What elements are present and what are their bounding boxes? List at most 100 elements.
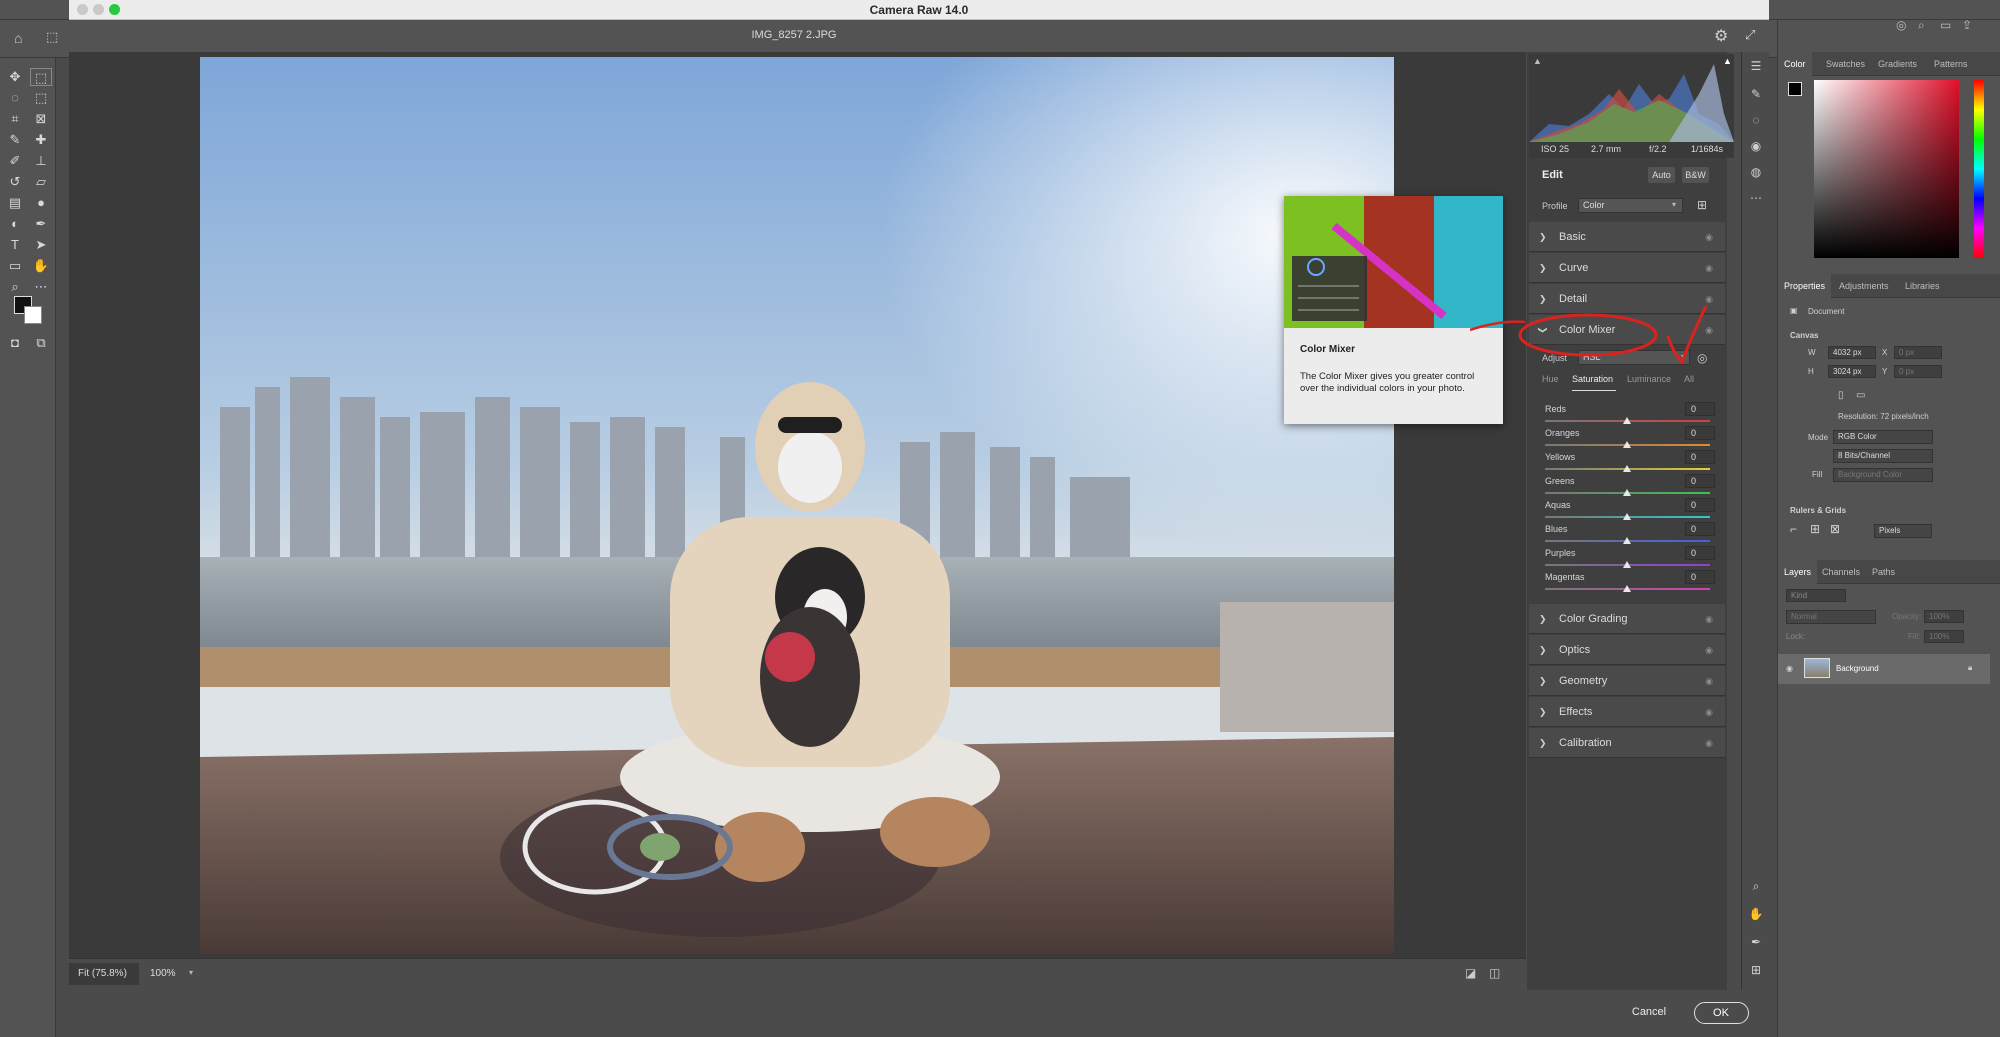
eye-icon[interactable]: ◉: [1705, 666, 1713, 696]
slider-value-field[interactable]: 0: [1685, 498, 1715, 512]
tab-channels[interactable]: Channels: [1816, 560, 1866, 584]
slider-thumb[interactable]: [1623, 441, 1631, 448]
tab-swatches[interactable]: Swatches: [1820, 52, 1871, 76]
full-screen-icon[interactable]: ⤢: [1745, 27, 1755, 43]
section-calibration[interactable]: ❯ Calibration ◉: [1529, 728, 1725, 758]
cancel-button[interactable]: Cancel: [1629, 1006, 1669, 1018]
zoom-tool-icon[interactable]: ⌕: [4, 278, 26, 296]
gradient-tool-icon[interactable]: ▤: [4, 194, 26, 212]
eye-icon[interactable]: ◉: [1705, 222, 1713, 252]
dodge-tool-icon[interactable]: ◐: [4, 215, 26, 233]
tab-luminance[interactable]: Luminance: [1627, 374, 1671, 384]
edit-sliders-icon[interactable]: ☰: [1748, 58, 1764, 74]
slider-value-field[interactable]: 0: [1685, 546, 1715, 560]
section-color-grading[interactable]: ❯ Color Grading ◉: [1529, 604, 1725, 634]
blur-tool-icon[interactable]: ●: [30, 194, 52, 212]
hand-tool-icon[interactable]: ✋: [30, 257, 52, 275]
slider-yellows[interactable]: Yellows 0: [1545, 450, 1715, 476]
slider-thumb[interactable]: [1623, 561, 1631, 568]
brush-tool-icon[interactable]: ✐: [4, 152, 26, 170]
slider-value-field[interactable]: 0: [1685, 522, 1715, 536]
tab-layers[interactable]: Layers: [1778, 560, 1818, 584]
width-field[interactable]: 4032 px: [1828, 346, 1876, 359]
layer-kind-filter[interactable]: Kind: [1786, 589, 1846, 602]
rectangle-marquee-tool-icon[interactable]: ⬚: [30, 68, 52, 86]
tab-color[interactable]: Color: [1778, 52, 1812, 76]
slider-greens[interactable]: Greens 0: [1545, 474, 1715, 500]
tab-libraries[interactable]: Libraries: [1899, 274, 1946, 298]
healing-brush-tool-icon[interactable]: ✚: [30, 131, 52, 149]
screen-mode-icon[interactable]: ⧉: [30, 334, 52, 352]
frame-tool-icon[interactable]: ⊠: [30, 110, 52, 128]
units-select[interactable]: Pixels: [1874, 524, 1932, 538]
crop-tool-icon[interactable]: ⌗: [4, 110, 26, 128]
shadow-clipping-icon[interactable]: ▲: [1533, 56, 1542, 66]
view-mode-icon[interactable]: ◪: [1465, 966, 1476, 980]
tab-hue[interactable]: Hue: [1542, 374, 1559, 384]
tab-patterns[interactable]: Patterns: [1928, 52, 1974, 76]
slider-thumb[interactable]: [1623, 513, 1631, 520]
auto-button[interactable]: Auto: [1648, 167, 1675, 183]
tab-paths[interactable]: Paths: [1866, 560, 1901, 584]
eyedropper-tool-icon[interactable]: ✎: [4, 131, 26, 149]
gear-icon[interactable]: ⚙: [1714, 26, 1728, 46]
slider-purples[interactable]: Purples 0: [1545, 546, 1715, 572]
slider-value-field[interactable]: 0: [1685, 474, 1715, 488]
pen-tool-icon[interactable]: ✒: [30, 215, 52, 233]
mode-select[interactable]: RGB Color: [1833, 430, 1933, 444]
slider-reds[interactable]: Reds 0: [1545, 402, 1715, 428]
stamp-tool-icon[interactable]: ⊥: [30, 152, 52, 170]
hand-icon[interactable]: ✋: [1748, 906, 1764, 922]
ok-button[interactable]: OK: [1694, 1002, 1749, 1024]
red-eye-icon[interactable]: ◉: [1748, 138, 1764, 154]
y-field[interactable]: 0 px: [1894, 365, 1942, 378]
portrait-orientation-icon[interactable]: ▯: [1838, 390, 1844, 401]
slider-aquas[interactable]: Aquas 0: [1545, 498, 1715, 524]
before-after-icon[interactable]: ◫: [1489, 966, 1500, 980]
object-select-tool-icon[interactable]: ⬚: [30, 89, 52, 107]
eye-icon[interactable]: ◉: [1705, 635, 1713, 665]
bw-button[interactable]: B&W: [1682, 167, 1709, 183]
profile-select[interactable]: Color: [1578, 198, 1683, 213]
share-icon[interactable]: ⇪: [1962, 18, 1972, 32]
bit-depth-select[interactable]: 8 Bits/Channel: [1833, 449, 1933, 463]
section-geometry[interactable]: ❯ Geometry ◉: [1529, 666, 1725, 696]
slider-value-field[interactable]: 0: [1685, 450, 1715, 464]
fill-opacity-field[interactable]: 100%: [1924, 630, 1964, 643]
fill-select[interactable]: Background Color: [1833, 468, 1933, 482]
ruler-icon[interactable]: ⌐: [1790, 522, 1797, 536]
tab-adjustments[interactable]: Adjustments: [1833, 274, 1895, 298]
x-field[interactable]: 0 px: [1894, 346, 1942, 359]
visibility-eye-icon[interactable]: ◉: [1786, 664, 1793, 673]
slider-thumb[interactable]: [1623, 537, 1631, 544]
section-optics[interactable]: ❯ Optics ◉: [1529, 635, 1725, 665]
presets-icon[interactable]: ◍: [1748, 164, 1764, 180]
guides-icon[interactable]: ⊠: [1830, 522, 1840, 536]
lasso-tool-icon[interactable]: ◌: [4, 89, 26, 107]
healing-icon[interactable]: ✎: [1748, 86, 1764, 102]
path-select-tool-icon[interactable]: ➤: [30, 236, 52, 254]
slider-value-field[interactable]: 0: [1685, 402, 1715, 416]
user-icon[interactable]: ◎: [1896, 18, 1906, 32]
grid-icon[interactable]: ⊞: [1810, 522, 1820, 536]
grid-overlay-icon[interactable]: ⊞: [1748, 962, 1764, 978]
slider-thumb[interactable]: [1623, 417, 1631, 424]
type-tool-icon[interactable]: T: [4, 236, 26, 254]
tab-properties[interactable]: Properties: [1778, 274, 1832, 298]
blend-mode-select[interactable]: Normal: [1786, 610, 1876, 624]
eye-icon[interactable]: ◉: [1705, 728, 1713, 758]
eye-icon[interactable]: ◉: [1705, 253, 1713, 283]
section-effects[interactable]: ❯ Effects ◉: [1529, 697, 1725, 727]
zoom-icon[interactable]: ⌕: [1748, 878, 1764, 894]
quick-mask-icon[interactable]: ◘: [4, 334, 26, 352]
profile-browser-icon[interactable]: ⊞: [1697, 198, 1707, 212]
search-icon[interactable]: ⌕: [1918, 18, 1925, 33]
masking-icon[interactable]: ◌: [1748, 112, 1764, 128]
tab-all[interactable]: All: [1684, 374, 1694, 384]
slider-value-field[interactable]: 0: [1685, 426, 1715, 440]
slider-thumb[interactable]: [1623, 585, 1631, 592]
opacity-field[interactable]: 100%: [1924, 610, 1964, 623]
highlight-clipping-icon[interactable]: ▲: [1723, 56, 1732, 66]
hue-slider[interactable]: [1974, 80, 1984, 258]
slider-thumb[interactable]: [1623, 489, 1631, 496]
